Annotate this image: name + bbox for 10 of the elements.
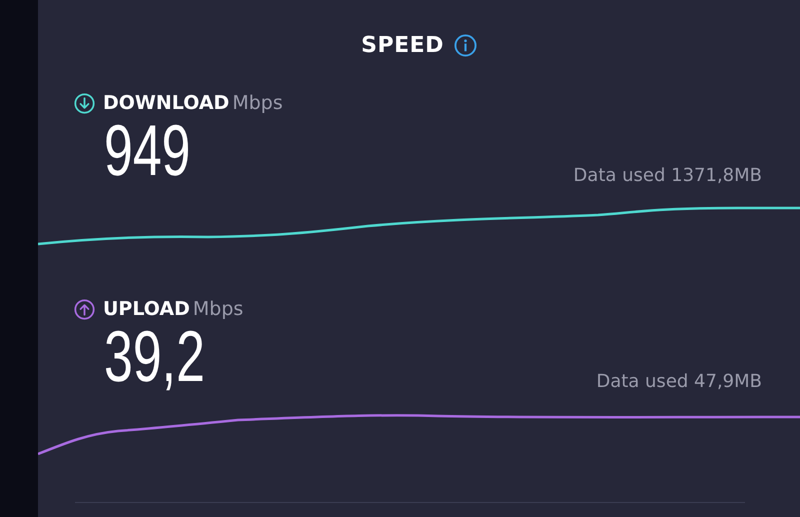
speed-value: 949	[104, 116, 190, 186]
unit-label: Mbps	[192, 298, 244, 320]
metric-label: DOWNLOAD	[103, 92, 230, 114]
speed-value: 39,2	[104, 322, 205, 392]
speed-title: SPEED	[361, 32, 444, 58]
metric-label: UPLOAD	[103, 298, 190, 320]
unit-label: Mbps	[232, 92, 283, 114]
data-used-text: Data used 1371,8MB	[573, 165, 762, 186]
data-used-text: Data used 47,9MB	[596, 371, 762, 392]
info-icon[interactable]	[454, 34, 477, 56]
